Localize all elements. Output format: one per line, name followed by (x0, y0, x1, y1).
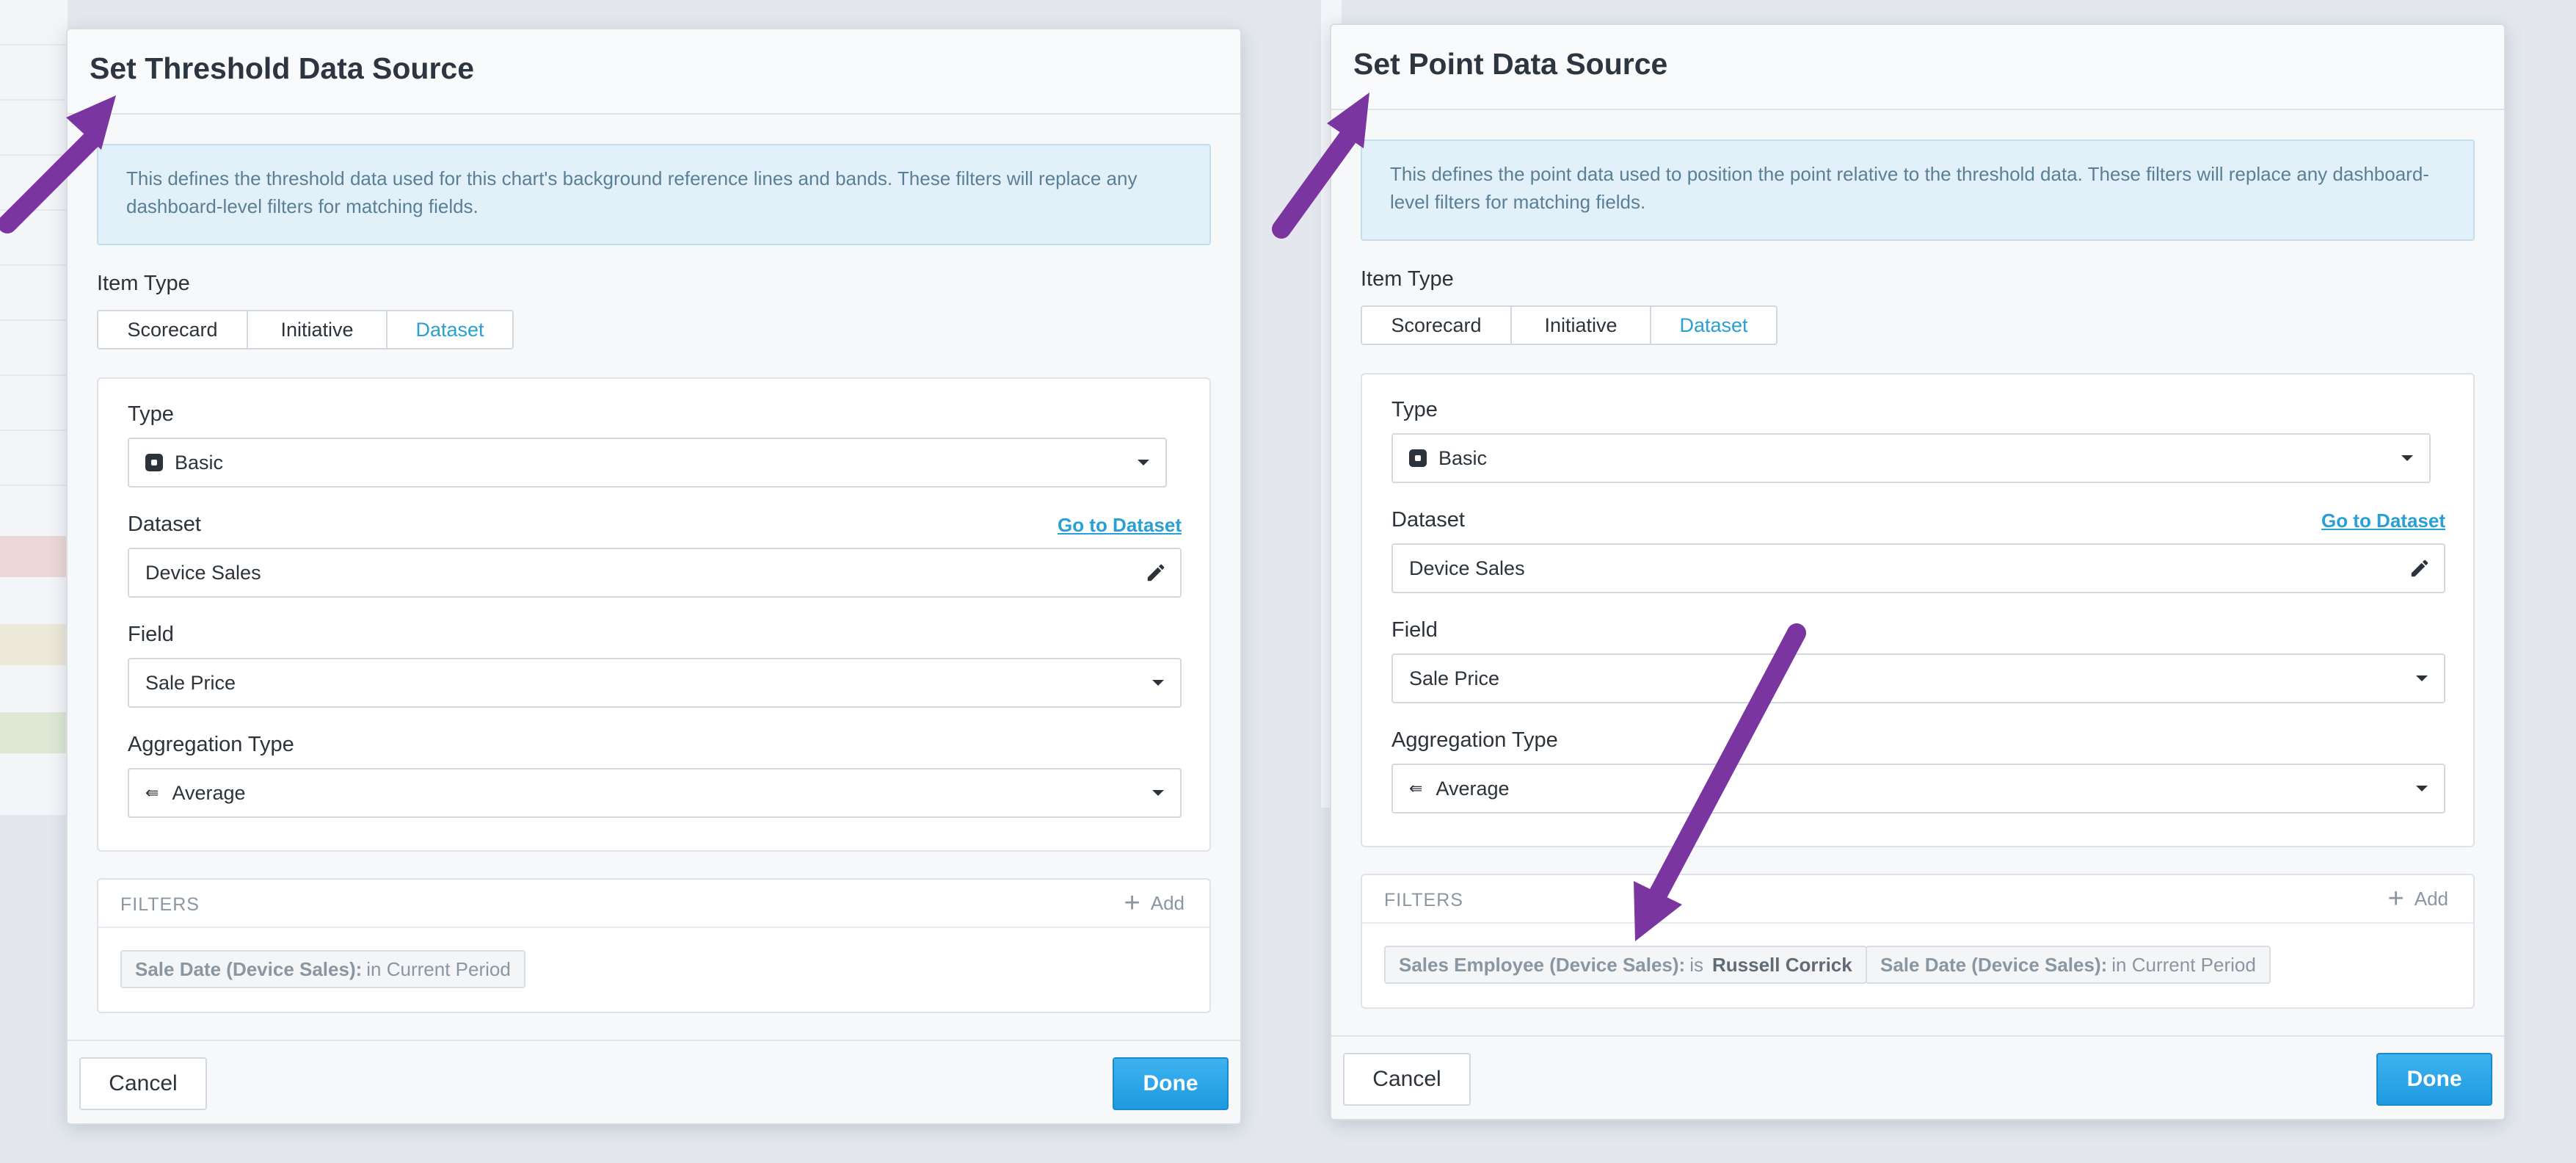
chevron-down-icon (2401, 455, 2413, 461)
dataset-value: Device Sales (1409, 557, 1525, 579)
average-icon: ⇚ (1409, 779, 1423, 797)
field-select[interactable]: Sale Price (128, 658, 1182, 708)
chevron-down-icon (2416, 786, 2428, 791)
info-message: This defines the point data used to posi… (1361, 140, 2475, 241)
type-label: Type (128, 402, 174, 426)
aggregation-type-label: Aggregation Type (1391, 728, 1558, 752)
filter-operator: is (1689, 953, 1703, 976)
type-select[interactable]: Basic (1391, 433, 2431, 483)
filter-key: Sale Date (Device Sales): (1880, 953, 2108, 976)
background-page-left (0, 0, 68, 815)
aggregation-type-select[interactable]: ⇚ Average (1391, 764, 2445, 814)
dialog-footer: Cancel Done (68, 1040, 1240, 1123)
average-icon: ⇚ (145, 783, 159, 802)
item-type-scorecard[interactable]: Scorecard (1361, 305, 1512, 345)
aggregation-value: Average (172, 781, 246, 804)
done-button[interactable]: Done (2376, 1053, 2492, 1106)
dataset-config-panel: Type Basic Dataset Go to Dataset Device … (1361, 373, 2475, 847)
filter-operator: in Current Period (2111, 953, 2256, 976)
aggregation-type-select[interactable]: ⇚ Average (128, 768, 1182, 818)
filter-key: Sale Date (Device Sales): (135, 957, 363, 980)
dataset-label: Dataset (1391, 508, 1465, 532)
filter-key: Sales Employee (Device Sales): (1399, 953, 1686, 976)
add-filter-label: Add (2414, 887, 2448, 910)
aggregation-type-label: Aggregation Type (128, 733, 294, 756)
plus-icon: + (2387, 883, 2404, 914)
basic-type-icon (1409, 449, 1427, 467)
filter-chip[interactable]: Sale Date (Device Sales): in Current Per… (1866, 946, 2271, 984)
dialog-header: Set Threshold Data Source (68, 29, 1240, 115)
item-type-scorecard[interactable]: Scorecard (97, 310, 248, 349)
item-type-dataset[interactable]: Dataset (1650, 305, 1778, 345)
dialog-title: Set Point Data Source (1353, 47, 1668, 81)
field-label: Field (128, 623, 174, 646)
add-filter-button[interactable]: + Add (2387, 883, 2448, 914)
field-value: Sale Price (1409, 667, 1500, 689)
add-filter-label: Add (1150, 891, 1185, 914)
item-type-initiative[interactable]: Initiative (247, 310, 388, 349)
item-type-dataset[interactable]: Dataset (386, 310, 514, 349)
basic-type-icon (145, 454, 163, 471)
threshold-data-source-dialog: Set Threshold Data Source This defines t… (66, 28, 1242, 1125)
filter-operator: in Current Period (366, 957, 511, 980)
dataset-config-panel: Type Basic Dataset Go to Dataset Device … (97, 377, 1211, 852)
dataset-field[interactable]: Device Sales (128, 548, 1182, 598)
type-value: Basic (1438, 446, 1488, 469)
filter-chip[interactable]: Sales Employee (Device Sales): is Russel… (1384, 946, 1867, 984)
item-type-label: Item Type (1361, 267, 1454, 291)
type-value: Basic (175, 451, 224, 474)
filters-title: FILTERS (120, 894, 200, 915)
field-value: Sale Price (145, 671, 236, 694)
dataset-field[interactable]: Device Sales (1391, 543, 2445, 593)
filters-panel: FILTERS + Add Sales Employee (Device Sal… (1361, 874, 2475, 1009)
item-type-initiative[interactable]: Initiative (1510, 305, 1651, 345)
chevron-down-icon (1152, 680, 1164, 686)
item-type-label: Item Type (97, 272, 190, 295)
filters-header: FILTERS + Add (98, 880, 1209, 928)
item-type-selector: Scorecard Initiative Dataset (1361, 305, 1778, 345)
cancel-button[interactable]: Cancel (1343, 1053, 1471, 1106)
point-data-source-dialog: Set Point Data Source This defines the p… (1330, 23, 2506, 1120)
cancel-button[interactable]: Cancel (79, 1057, 207, 1110)
plus-icon: + (1124, 888, 1140, 919)
pencil-icon[interactable] (1145, 562, 1167, 584)
done-button[interactable]: Done (1113, 1057, 1229, 1110)
item-type-selector: Scorecard Initiative Dataset (97, 310, 514, 349)
filter-value: Russell Corrick (1711, 953, 1852, 976)
dataset-label: Dataset (128, 512, 201, 536)
info-message: This defines the threshold data used for… (97, 144, 1211, 245)
dialog-title: Set Threshold Data Source (90, 51, 475, 85)
add-filter-button[interactable]: + Add (1124, 888, 1185, 919)
chevron-down-icon (2416, 675, 2428, 681)
field-select[interactable]: Sale Price (1391, 653, 2445, 703)
filter-chip[interactable]: Sale Date (Device Sales): in Current Per… (120, 950, 525, 988)
filters-title: FILTERS (1384, 890, 1463, 910)
dialog-footer: Cancel Done (1331, 1035, 2504, 1119)
field-label: Field (1391, 618, 1438, 642)
go-to-dataset-link[interactable]: Go to Dataset (1058, 514, 1182, 537)
type-label: Type (1391, 398, 1438, 421)
chevron-down-icon (1152, 790, 1164, 796)
type-select[interactable]: Basic (128, 438, 1167, 488)
dialog-header: Set Point Data Source (1331, 25, 2504, 110)
go-to-dataset-link[interactable]: Go to Dataset (2321, 510, 2445, 532)
filters-header: FILTERS + Add (1362, 875, 2473, 924)
dataset-value: Device Sales (145, 561, 261, 584)
filters-panel: FILTERS + Add Sale Date (Device Sales): … (97, 878, 1211, 1013)
aggregation-value: Average (1436, 777, 1510, 800)
pencil-icon[interactable] (2409, 557, 2431, 579)
chevron-down-icon (1138, 460, 1149, 465)
